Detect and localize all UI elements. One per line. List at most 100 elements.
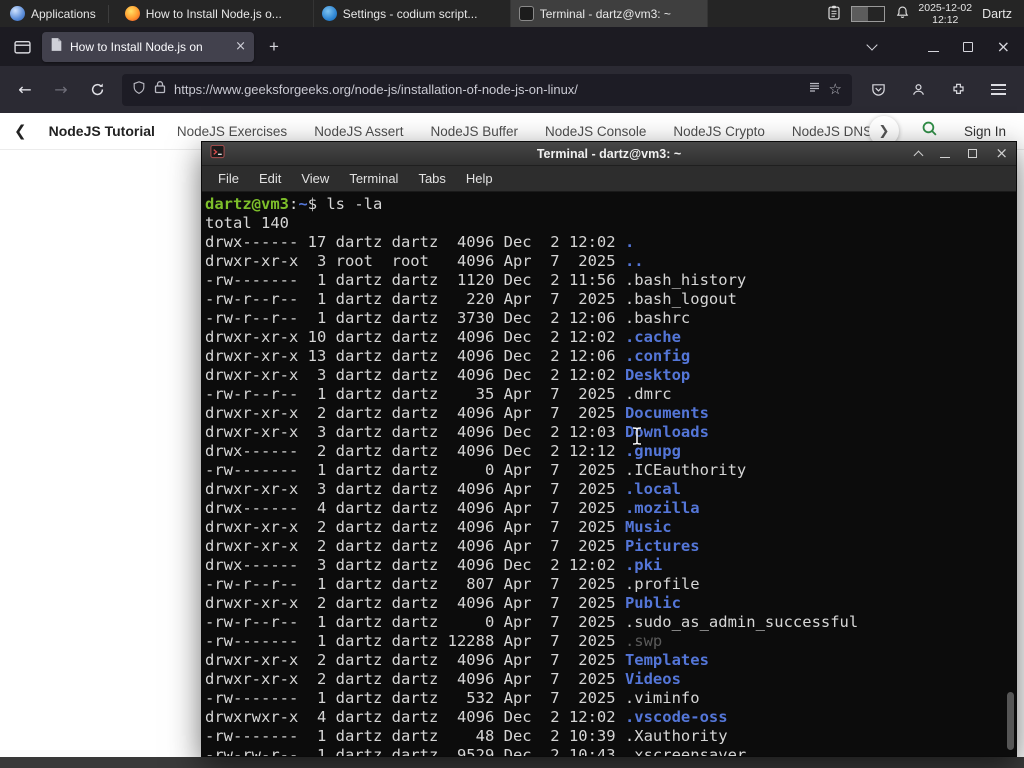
site-nav-item[interactable]: NodeJS Crypto <box>673 124 765 139</box>
terminal-line: drwxr-xr-x 2 dartz dartz 4096 Apr 7 2025… <box>205 651 709 669</box>
reload-button[interactable] <box>82 75 112 105</box>
taskbar-window-button[interactable]: Terminal - dartz@vm3: ~ <box>510 0 708 27</box>
browser-tab[interactable]: How to Install Node.js on × <box>42 31 254 62</box>
firefox-view-icon[interactable] <box>8 33 36 61</box>
terminal-line: -rw-r--r-- 1 dartz dartz 807 Apr 7 2025 … <box>205 575 700 593</box>
terminal-menu-edit[interactable]: Edit <box>249 171 291 186</box>
taskbar-windows: How to Install Node.js o... Settings - co… <box>117 0 818 27</box>
terminal-line: drwxr-xr-x 2 dartz dartz 4096 Apr 7 2025… <box>205 518 672 536</box>
terminal-line: -rw-r--r-- 1 dartz dartz 220 Apr 7 2025 … <box>205 290 737 308</box>
user-menu[interactable]: Dartz <box>982 7 1012 21</box>
terminal-line: -rw------- 1 dartz dartz 12288 Apr 7 202… <box>205 632 663 650</box>
search-icon[interactable] <box>921 120 938 142</box>
forward-button[interactable]: → <box>46 75 76 105</box>
terminal-maximize-button[interactable] <box>968 149 978 158</box>
terminal-line: drwxr-xr-x 3 root root 4096 Apr 7 2025 .… <box>205 252 644 270</box>
notification-bell-icon[interactable] <box>895 5 910 23</box>
workspace-2[interactable] <box>868 7 884 21</box>
terminal-line: -rw-r--r-- 1 dartz dartz 35 Apr 7 2025 .… <box>205 385 672 403</box>
terminal-line: drwx------ 2 dartz dartz 4096 Dec 2 12:1… <box>205 442 681 460</box>
terminal-line: drwxr-xr-x 2 dartz dartz 4096 Apr 7 2025… <box>205 537 700 555</box>
terminal-line: drwx------ 17 dartz dartz 4096 Dec 2 12:… <box>205 233 635 251</box>
clipboard-tray-icon[interactable] <box>827 5 841 23</box>
terminal-line: -rw-rw-r-- 1 dartz dartz 9529 Dec 2 10:4… <box>205 746 747 756</box>
window-close-button[interactable]: × <box>997 38 1010 55</box>
sign-in-button[interactable]: Sign In <box>964 124 1006 139</box>
window-maximize-button[interactable] <box>962 41 973 52</box>
terminal-line: drwx------ 4 dartz dartz 4096 Apr 7 2025… <box>205 499 700 517</box>
clock[interactable]: 2025-12-02 12:12 <box>918 2 972 26</box>
taskbar-window-title: Settings - codium script... <box>342 6 478 21</box>
menu-icon[interactable] <box>984 76 1012 104</box>
tracking-shield-icon[interactable] <box>132 80 146 100</box>
terminal-line: -rw------- 1 dartz dartz 48 Dec 2 10:39 … <box>205 727 728 745</box>
terminal-line: -rw------- 1 dartz dartz 0 Apr 7 2025 .I… <box>205 461 747 479</box>
tab-title: How to Install Node.js on <box>70 39 203 54</box>
extensions-icon[interactable] <box>944 76 972 104</box>
site-nav-item-primary[interactable]: NodeJS Tutorial <box>49 123 155 139</box>
window-controls: × <box>927 38 1010 55</box>
tab-list-chevron-icon[interactable] <box>865 38 878 51</box>
applications-label: Applications <box>31 6 96 21</box>
terminal-minimize-button[interactable] <box>940 156 951 158</box>
taskbar-window-button[interactable]: Settings - codium script... <box>314 0 511 27</box>
workspace-1[interactable] <box>852 6 869 21</box>
terminal-menu-help[interactable]: Help <box>456 171 503 186</box>
terminal-title: Terminal - dartz@vm3: ~ <box>536 146 682 161</box>
nav-prev-chevron-icon[interactable]: ❮ <box>14 122 27 140</box>
tab-close-icon[interactable]: × <box>235 40 246 53</box>
terminal-line: drwxr-xr-x 13 dartz dartz 4096 Dec 2 12:… <box>205 347 691 365</box>
system-panel: Applications How to Install Node.js o...… <box>0 0 1024 27</box>
bookmark-star-icon[interactable]: ☆ <box>829 82 842 97</box>
terminal-line: drwxr-xr-x 2 dartz dartz 4096 Apr 7 2025… <box>205 594 681 612</box>
terminal-close-button[interactable]: × <box>995 146 1008 161</box>
terminal-line: -rw-r--r-- 1 dartz dartz 0 Apr 7 2025 .s… <box>205 613 859 631</box>
site-nav-item[interactable]: NodeJS Exercises <box>177 124 287 139</box>
panel-separator <box>107 4 109 23</box>
url-text[interactable]: https://www.geeksforgeeks.org/node-js/in… <box>174 82 800 97</box>
terminal-menu-tabs[interactable]: Tabs <box>408 171 455 186</box>
terminal-menu-file[interactable]: File <box>208 171 249 186</box>
terminal-line: drwxr-xr-x 3 dartz dartz 4096 Dec 2 12:0… <box>205 423 709 441</box>
applications-icon <box>10 6 25 21</box>
site-nav-item[interactable]: NodeJS Console <box>545 124 646 139</box>
terminal-output[interactable]: dartz@vm3:~$ ls -la total 140 drwx------ 1… <box>202 192 1016 756</box>
terminal-titlebar[interactable]: Terminal - dartz@vm3: ~ × <box>202 142 1016 166</box>
site-nav-item[interactable]: NodeJS Buffer <box>430 124 518 139</box>
toolbar-icons <box>862 76 1014 104</box>
url-bar[interactable]: https://www.geeksforgeeks.org/node-js/in… <box>122 73 852 106</box>
terminal-app-icon <box>210 144 225 164</box>
reader-mode-icon[interactable] <box>808 81 821 99</box>
browser-toolbar: ← → https://www.geeksforgeeks.org/node-j… <box>0 66 1024 113</box>
clock-time: 12:12 <box>932 13 959 26</box>
terminal-line: drwxr-xr-x 2 dartz dartz 4096 Apr 7 2025… <box>205 670 681 688</box>
terminal-icon <box>518 6 534 21</box>
terminal-line: -rw------- 1 dartz dartz 532 Apr 7 2025 … <box>205 689 700 707</box>
terminal-window-controls: × <box>913 146 1008 161</box>
account-icon[interactable] <box>904 76 932 104</box>
terminal-line: drwx------ 3 dartz dartz 4096 Dec 2 12:0… <box>205 556 663 574</box>
window-minimize-button[interactable] <box>927 50 939 52</box>
terminal-line: total 140 <box>205 214 289 232</box>
site-nav-item[interactable]: NodeJS Assert <box>314 124 403 139</box>
site-nav-item[interactable]: NodeJS DNS <box>792 124 871 139</box>
applications-menu[interactable]: Applications <box>6 0 100 27</box>
back-button[interactable]: ← <box>10 75 40 105</box>
pocket-icon[interactable] <box>864 76 892 104</box>
terminal-menu-terminal[interactable]: Terminal <box>339 171 408 186</box>
terminal-scrollbar[interactable] <box>1007 692 1014 750</box>
terminal-shade-button[interactable] <box>913 150 924 161</box>
site-nav-items: NodeJS Exercises NodeJS Assert NodeJS Buff… <box>177 124 871 139</box>
terminal-menu-view[interactable]: View <box>291 171 339 186</box>
tab-bar: How to Install Node.js on × + × <box>0 27 1024 66</box>
workspace-switcher[interactable] <box>851 5 886 22</box>
new-tab-button[interactable]: + <box>260 33 288 61</box>
taskbar-window-button[interactable]: How to Install Node.js o... <box>117 0 314 27</box>
lock-icon[interactable] <box>154 80 166 99</box>
terminal-line: drwxr-xr-x 3 dartz dartz 4096 Apr 7 2025… <box>205 480 681 498</box>
codium-icon <box>321 6 337 21</box>
terminal-line: dartz@vm3:~$ ls -la <box>205 195 383 213</box>
taskbar-window-title: Terminal - dartz@vm3: ~ <box>539 6 671 21</box>
clock-date: 2025-12-02 <box>918 1 973 14</box>
terminal-menubar: File Edit View Terminal Tabs Help <box>202 166 1016 192</box>
